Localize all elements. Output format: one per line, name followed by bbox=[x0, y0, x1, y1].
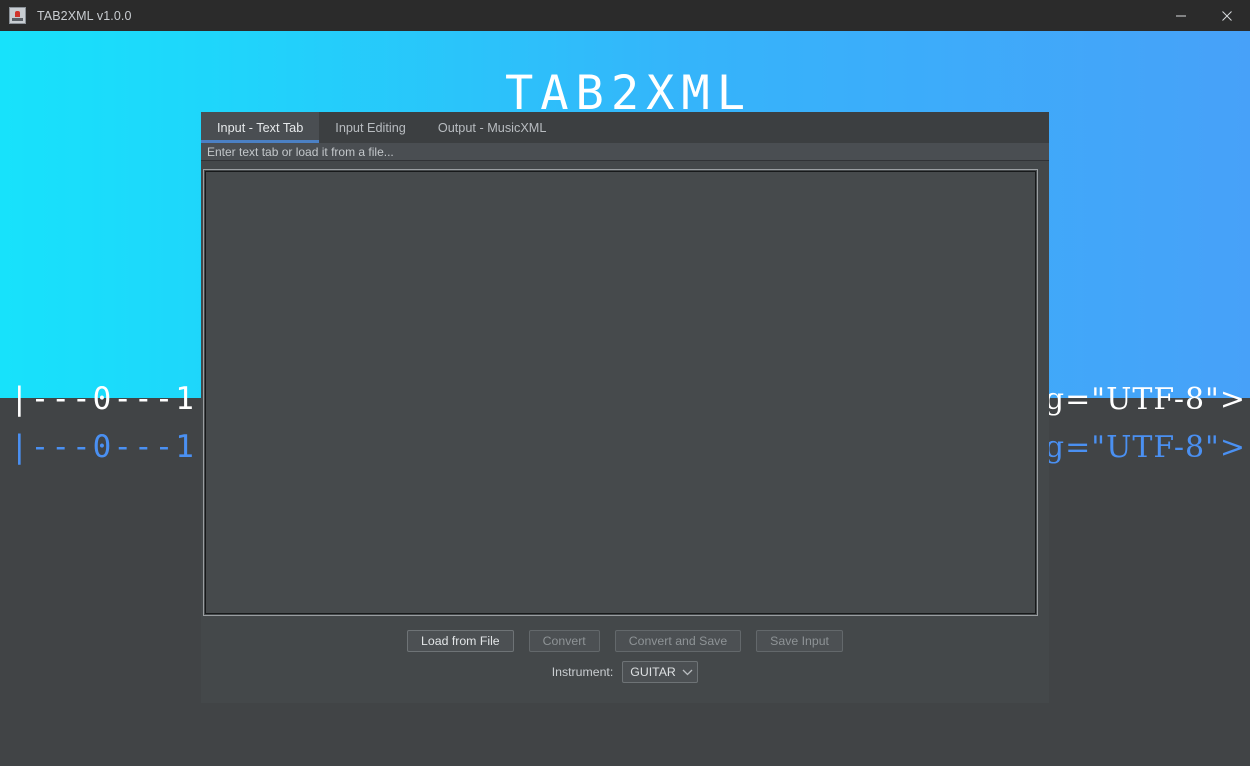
app-logo: TAB2XML bbox=[504, 66, 753, 121]
tab-bar: Input - Text Tab Input Editing Output - … bbox=[201, 112, 1049, 143]
close-button[interactable] bbox=[1204, 0, 1250, 31]
window-title: TAB2XML v1.0.0 bbox=[37, 8, 132, 23]
instrument-row: Instrument: GUITAR bbox=[201, 652, 1049, 703]
action-button-row: Load from File Convert Convert and Save … bbox=[201, 622, 1049, 652]
minimize-button[interactable] bbox=[1158, 0, 1204, 31]
convert-and-save-button[interactable]: Convert and Save bbox=[614, 630, 742, 652]
decor-xml-snippet: ng="UTF-8"> bbox=[1024, 429, 1246, 465]
tab-input-text-tab[interactable]: Input - Text Tab bbox=[201, 112, 320, 143]
tab-label: Input - Text Tab bbox=[217, 120, 304, 135]
tab-text-input[interactable] bbox=[205, 171, 1036, 614]
tab-bar-filler bbox=[562, 112, 1049, 143]
instrument-label: Instrument: bbox=[551, 665, 614, 679]
window-controls bbox=[1158, 0, 1250, 31]
load-from-file-button[interactable]: Load from File bbox=[407, 630, 514, 652]
chevron-down-icon bbox=[682, 668, 693, 676]
tab-label: Input Editing bbox=[335, 120, 406, 135]
instrument-selected-value: GUITAR bbox=[630, 665, 676, 679]
tab-output-musicxml[interactable]: Output - MusicXML bbox=[421, 112, 563, 143]
app-icon bbox=[9, 7, 26, 24]
convert-button[interactable]: Convert bbox=[528, 630, 600, 652]
editor-frame bbox=[203, 169, 1038, 616]
title-bar: TAB2XML v1.0.0 bbox=[0, 0, 1250, 31]
save-input-button[interactable]: Save Input bbox=[756, 630, 843, 652]
instrument-select[interactable]: GUITAR bbox=[622, 661, 699, 683]
main-panel: Input - Text Tab Input Editing Output - … bbox=[201, 112, 1049, 703]
editor-container bbox=[201, 161, 1049, 622]
editor-hint: Enter text tab or load it from a file... bbox=[201, 143, 1049, 161]
tab-label: Output - MusicXML bbox=[437, 120, 547, 135]
tab-input-editing[interactable]: Input Editing bbox=[319, 112, 422, 143]
